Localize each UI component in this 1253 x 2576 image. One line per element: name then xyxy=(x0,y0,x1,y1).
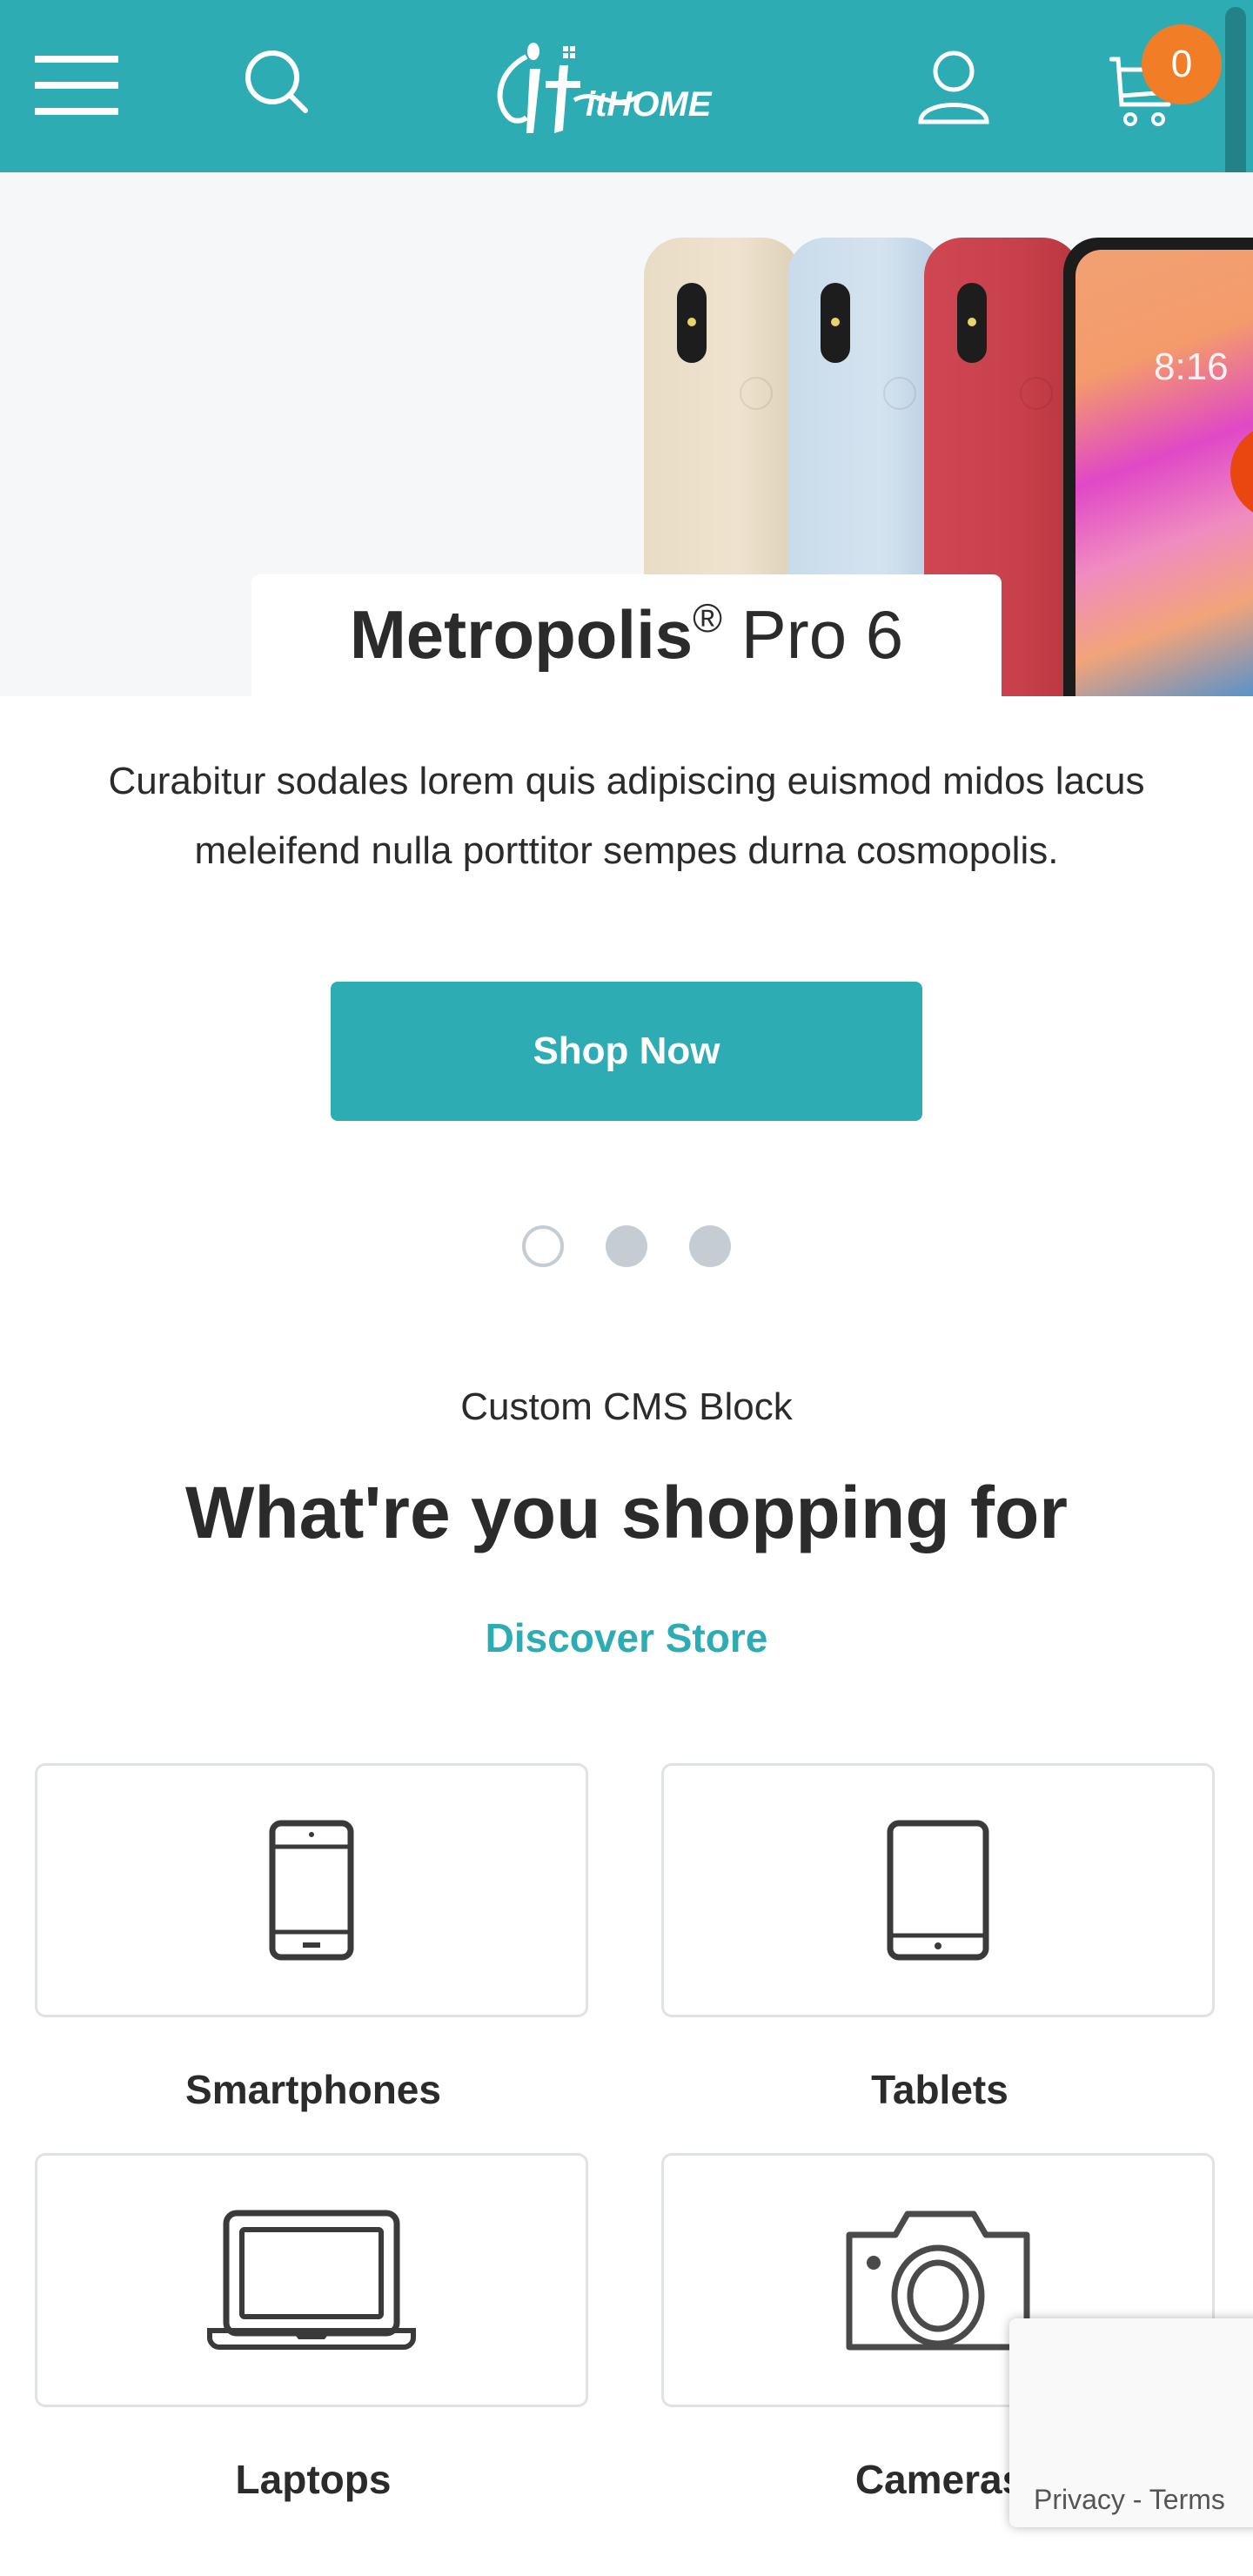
shop-now-button[interactable]: Shop Now xyxy=(331,982,922,1121)
hero-banner[interactable]: 8:16 Metropolis® Pro 6 xyxy=(0,172,1253,696)
user-icon[interactable] xyxy=(918,50,989,124)
camera-icon xyxy=(846,2210,1030,2351)
cms-block-label: Custom CMS Block xyxy=(460,1385,793,1428)
hero-title-box: Metropolis® Pro 6 xyxy=(251,574,1002,696)
tablet-icon xyxy=(887,1820,989,1961)
discover-store-link[interactable]: Discover Store xyxy=(0,1614,1253,1661)
smartphone-icon xyxy=(269,1820,354,1961)
logo-text: itHOME xyxy=(586,85,713,124)
hero-title-rest: Pro 6 xyxy=(722,596,904,673)
cart-count-badge[interactable]: 0 xyxy=(1142,24,1222,104)
laptop-icon xyxy=(207,2210,416,2350)
site-logo[interactable]: itHOME xyxy=(492,39,753,139)
site-header: itHOME 0 xyxy=(0,0,1253,371)
phone-clock: 8:16 xyxy=(1154,345,1229,388)
terms-link[interactable]: Terms xyxy=(1149,2484,1225,2515)
registered-mark: ® xyxy=(693,595,723,641)
section-heading: What're you shopping for xyxy=(185,1472,1068,1553)
category-label[interactable]: Smartphones xyxy=(35,2066,592,2113)
hero-title: Metropolis® Pro 6 xyxy=(251,598,1002,668)
category-label[interactable]: Laptops xyxy=(35,2456,592,2503)
hero-description: Curabitur sodales lorem quis adipiscing … xyxy=(108,760,1145,872)
search-icon[interactable] xyxy=(244,49,313,118)
hero-title-bold: Metropolis xyxy=(349,596,694,673)
category-card-laptops[interactable] xyxy=(35,2153,588,2407)
category-label[interactable]: Tablets xyxy=(661,2066,1218,2113)
slide-dot-1[interactable] xyxy=(522,1225,564,1267)
link-separator: - xyxy=(1124,2484,1149,2515)
category-card-smartphones[interactable] xyxy=(35,1763,588,2017)
recaptcha-links: Privacy - Terms xyxy=(1034,2484,1225,2516)
slide-dot-2[interactable] xyxy=(606,1225,647,1267)
category-card-tablets[interactable] xyxy=(661,1763,1215,2017)
recaptcha-badge: Privacy - Terms xyxy=(1009,2318,1253,2527)
privacy-link[interactable]: Privacy xyxy=(1034,2484,1125,2515)
menu-icon[interactable] xyxy=(35,56,118,115)
phone-front-image: 8:16 xyxy=(1063,238,1253,696)
slider-pagination xyxy=(522,1225,731,1267)
slide-dot-3[interactable] xyxy=(689,1225,731,1267)
